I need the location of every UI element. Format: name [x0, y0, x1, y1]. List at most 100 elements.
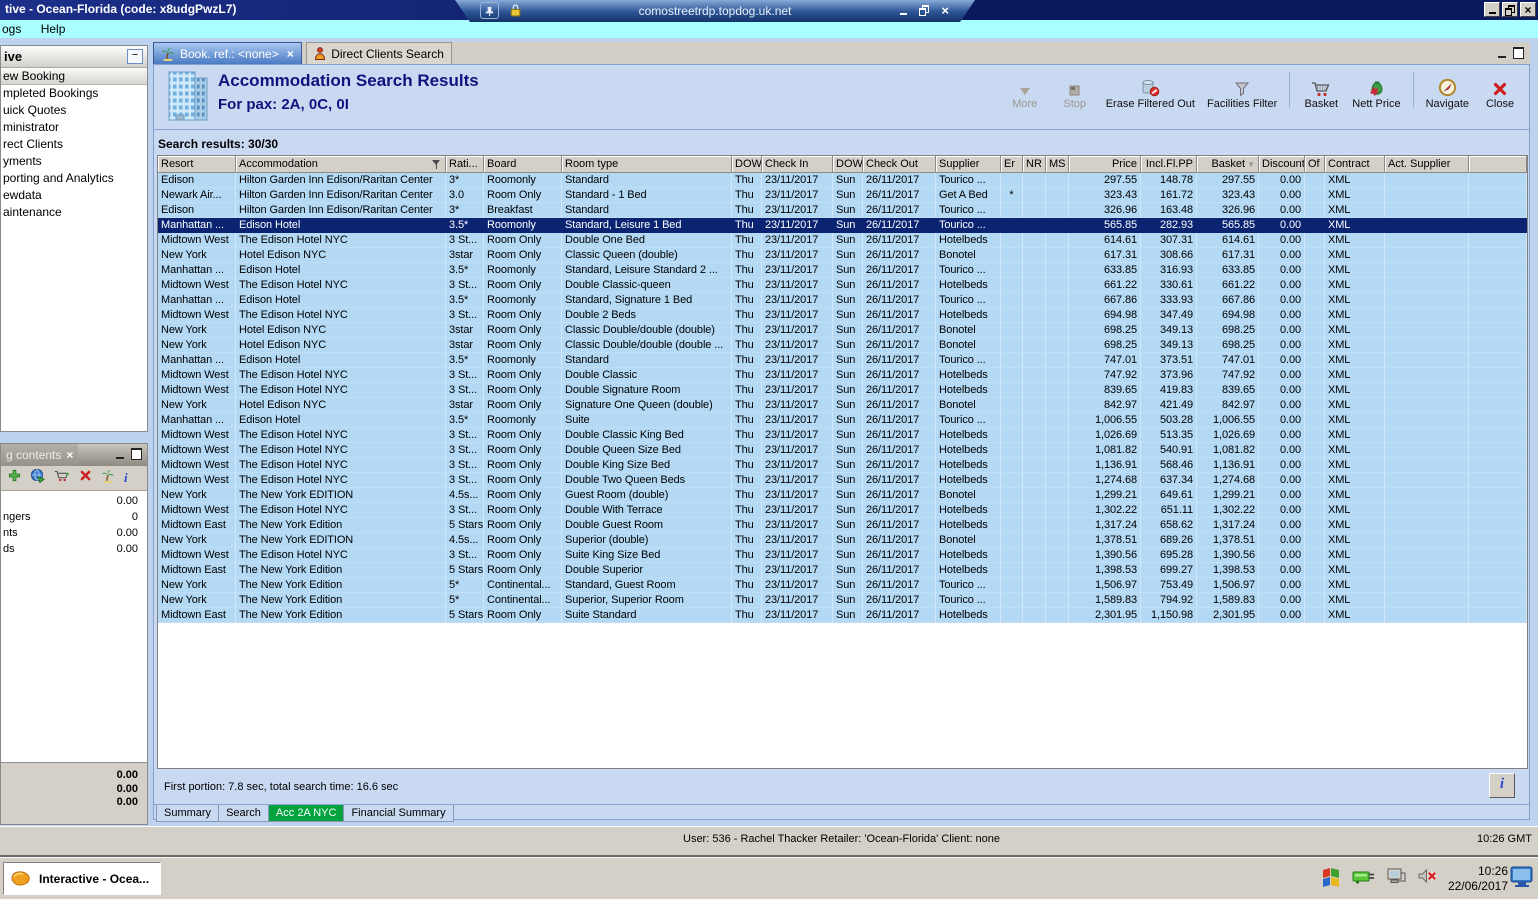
minimize-button[interactable] [1484, 2, 1500, 17]
table-cell[interactable]: 23/11/2017 [762, 503, 833, 518]
table-cell[interactable]: Roomonly [484, 263, 562, 278]
table-cell[interactable] [1001, 218, 1023, 233]
table-cell[interactable]: Classic Double/double (double ... [562, 338, 732, 353]
table-cell[interactable]: 0.00 [1259, 503, 1305, 518]
table-cell[interactable]: 26/11/2017 [863, 338, 936, 353]
table-cell[interactable]: Thu [732, 188, 762, 203]
table-cell[interactable]: 617.31 [1069, 248, 1141, 263]
table-cell[interactable]: New York [158, 398, 236, 413]
table-cell[interactable]: 1,390.56 [1069, 548, 1141, 563]
table-cell[interactable]: Tourico ... [936, 413, 1001, 428]
table-cell[interactable]: 326.96 [1197, 203, 1259, 218]
table-cell[interactable]: Thu [732, 383, 762, 398]
table-cell[interactable] [1305, 278, 1325, 293]
table-cell[interactable]: 3* [446, 203, 484, 218]
table-cell[interactable]: 1,302.22 [1069, 503, 1141, 518]
table-cell[interactable]: Thu [732, 578, 762, 593]
table-cell[interactable] [1001, 578, 1023, 593]
table-cell[interactable] [1046, 353, 1069, 368]
erase-filtered-out-button[interactable]: Erase Filtered Out [1100, 77, 1201, 110]
table-cell[interactable]: Newark Air... [158, 188, 236, 203]
table-cell[interactable] [1469, 293, 1527, 308]
table-cell[interactable]: The Edison Hotel NYC [236, 458, 446, 473]
table-cell[interactable]: 26/11/2017 [863, 563, 936, 578]
table-cell[interactable] [1001, 563, 1023, 578]
tab-direct-clients-search[interactable]: Direct Clients Search [306, 42, 452, 64]
table-cell[interactable] [1385, 473, 1469, 488]
info-button[interactable]: i [1489, 773, 1515, 798]
table-cell[interactable]: 747.01 [1069, 353, 1141, 368]
table-cell[interactable] [1385, 233, 1469, 248]
table-cell[interactable]: XML [1325, 353, 1385, 368]
table-cell[interactable]: The Edison Hotel NYC [236, 428, 446, 443]
table-cell[interactable]: 3 St... [446, 548, 484, 563]
table-cell[interactable]: Breakfast [484, 203, 562, 218]
table-cell[interactable]: 23/11/2017 [762, 533, 833, 548]
table-cell[interactable] [1469, 263, 1527, 278]
table-cell[interactable] [1046, 293, 1069, 308]
table-cell[interactable]: 5 Stars [446, 563, 484, 578]
table-cell[interactable]: Standard [562, 353, 732, 368]
table-cell[interactable]: 26/11/2017 [863, 368, 936, 383]
table-cell[interactable]: 26/11/2017 [863, 413, 936, 428]
table-cell[interactable]: Midtown West [158, 458, 236, 473]
table-cell[interactable]: Sun [833, 473, 863, 488]
more-button[interactable]: More [1000, 77, 1050, 110]
sidebar-item[interactable]: ew Booking [1, 68, 147, 85]
table-cell[interactable]: 1,317.24 [1069, 518, 1141, 533]
table-cell[interactable]: XML [1325, 413, 1385, 428]
table-cell[interactable] [1469, 383, 1527, 398]
table-cell[interactable]: Thu [732, 263, 762, 278]
table-cell[interactable] [1305, 488, 1325, 503]
column-header[interactable]: Accommodation [236, 156, 446, 173]
table-cell[interactable]: Room Only [484, 398, 562, 413]
table-cell[interactable]: Midtown West [158, 308, 236, 323]
table-cell[interactable]: XML [1325, 593, 1385, 608]
table-cell[interactable]: 23/11/2017 [762, 338, 833, 353]
table-cell[interactable] [1001, 263, 1023, 278]
table-cell[interactable]: 633.85 [1069, 263, 1141, 278]
table-cell[interactable]: 3 St... [446, 458, 484, 473]
table-cell[interactable] [1469, 323, 1527, 338]
table-cell[interactable]: 23/11/2017 [762, 428, 833, 443]
tab-acc-2a-nyc[interactable]: Acc 2A NYC [268, 805, 345, 822]
table-cell[interactable] [1023, 323, 1046, 338]
table-cell[interactable]: The New York Edition [236, 608, 446, 623]
table-cell[interactable]: Standard [562, 173, 732, 188]
table-cell[interactable]: Manhattan ... [158, 353, 236, 368]
table-cell[interactable] [1046, 473, 1069, 488]
sidebar-item[interactable]: mpleted Bookings [1, 85, 147, 102]
muted-speaker-icon[interactable] [1417, 868, 1438, 890]
table-cell[interactable]: New York [158, 488, 236, 503]
table-cell[interactable] [1046, 368, 1069, 383]
table-cell[interactable] [1305, 218, 1325, 233]
table-cell[interactable] [1305, 338, 1325, 353]
table-cell[interactable]: 3.0 [446, 188, 484, 203]
table-row[interactable]: EdisonHilton Garden Inn Edison/Raritan C… [158, 203, 1527, 218]
table-cell[interactable]: Sun [833, 593, 863, 608]
table-cell[interactable] [1023, 368, 1046, 383]
table-cell[interactable]: 0.00 [1259, 563, 1305, 578]
table-cell[interactable]: XML [1325, 173, 1385, 188]
security-icon[interactable] [1320, 866, 1342, 892]
table-cell[interactable] [1305, 308, 1325, 323]
table-cell[interactable]: Sun [833, 398, 863, 413]
table-cell[interactable] [1385, 518, 1469, 533]
tab-summary[interactable]: Summary [156, 805, 219, 822]
table-cell[interactable]: Sun [833, 173, 863, 188]
table-cell[interactable]: 3 St... [446, 383, 484, 398]
table-cell[interactable]: New York [158, 578, 236, 593]
table-cell[interactable]: Tourico ... [936, 293, 1001, 308]
table-cell[interactable]: Thu [732, 473, 762, 488]
table-cell[interactable] [1385, 428, 1469, 443]
table-cell[interactable]: 699.27 [1141, 563, 1197, 578]
column-header[interactable]: Room type [562, 156, 732, 173]
delete-button[interactable] [79, 469, 92, 487]
table-cell[interactable]: 1,006.55 [1197, 413, 1259, 428]
table-cell[interactable] [1469, 533, 1527, 548]
table-cell[interactable]: Thu [732, 368, 762, 383]
table-cell[interactable]: XML [1325, 308, 1385, 323]
table-cell[interactable]: Thu [732, 413, 762, 428]
table-row[interactable]: Midtown WestThe Edison Hotel NYC3 St...R… [158, 383, 1527, 398]
table-cell[interactable]: Hotelbeds [936, 428, 1001, 443]
